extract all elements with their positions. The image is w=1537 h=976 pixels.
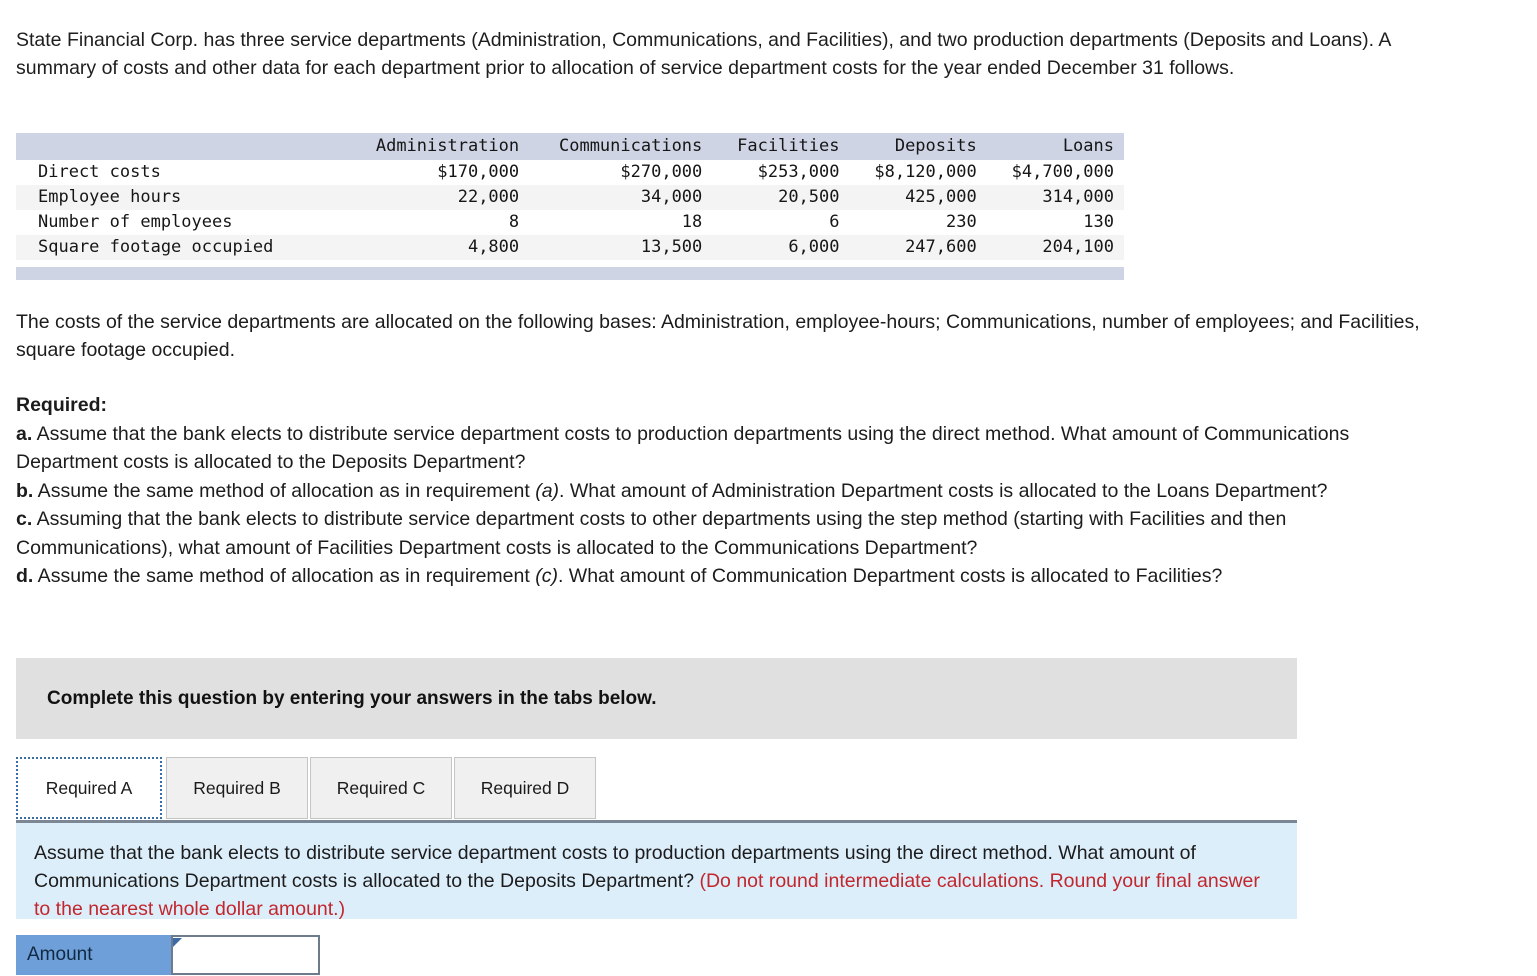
cell-number-of-employees-facilities: 6 bbox=[829, 212, 840, 232]
requirement-item-d: d. Assume the same method of allocation … bbox=[16, 562, 1406, 591]
requirement-c-letter: c. bbox=[16, 508, 33, 530]
tab-required-a[interactable]: Required A bbox=[16, 757, 162, 819]
requirement-d-text-after: . What amount of Communication Departmen… bbox=[557, 565, 1223, 587]
table-row: Number of employees 8 18 6 230 130 bbox=[16, 210, 1124, 235]
cell-square-footage-administration: 4,800 bbox=[467, 237, 520, 257]
worksheet-page: State Financial Corp. has three service … bbox=[0, 0, 1537, 976]
cell-employee-hours-facilities: 20,500 bbox=[778, 187, 840, 207]
table-corner-header bbox=[16, 133, 346, 160]
cell-direct-costs-loans: $4,700,000 bbox=[1011, 162, 1114, 182]
cell-square-footage-communications: 13,500 bbox=[640, 237, 703, 257]
instruction-banner-text: Complete this question by entering your … bbox=[47, 687, 657, 709]
required-heading: Required: bbox=[16, 394, 108, 416]
table-header: Administration Communications Facilities… bbox=[16, 133, 1124, 160]
answer-input-cell[interactable] bbox=[171, 935, 320, 975]
table-body: Direct costs $170,000 $270,000 $253,000 … bbox=[16, 160, 1124, 260]
cell-employee-hours-deposits: 425,000 bbox=[905, 187, 977, 207]
requirement-item-a: a. Assume that the bank elects to distri… bbox=[16, 420, 1406, 477]
row-label-direct-costs: Direct costs bbox=[38, 162, 161, 182]
cell-selected-marker-icon bbox=[173, 938, 182, 947]
row-label-employee-hours: Employee hours bbox=[38, 187, 182, 207]
cell-number-of-employees-deposits: 230 bbox=[946, 212, 977, 232]
cell-square-footage-deposits: 247,600 bbox=[905, 237, 977, 257]
requirement-item-c: c. Assuming that the bank elects to dist… bbox=[16, 505, 1406, 562]
requirement-d-letter: d. bbox=[16, 565, 34, 587]
cell-employee-hours-loans: 314,000 bbox=[1042, 187, 1114, 207]
cell-number-of-employees-administration: 8 bbox=[508, 212, 520, 232]
cell-direct-costs-communications: $270,000 bbox=[620, 162, 703, 182]
tab-required-c[interactable]: Required C bbox=[310, 757, 452, 819]
cell-direct-costs-administration: $170,000 bbox=[437, 162, 520, 182]
requirement-c-text: Assuming that the bank elects to distrib… bbox=[16, 508, 1287, 559]
requirement-tab-strip: Required A Required B Required C Require… bbox=[16, 757, 1297, 821]
cell-direct-costs-facilities: $253,000 bbox=[757, 162, 840, 182]
cell-square-footage-loans: 204,100 bbox=[1042, 237, 1114, 257]
requirement-a-text: Assume that the bank elects to distribut… bbox=[16, 422, 1350, 474]
tab-required-d-label: Required D bbox=[480, 777, 570, 798]
table-row: Employee hours 22,000 34,000 20,500 425,… bbox=[16, 185, 1124, 210]
cell-number-of-employees-communications: 18 bbox=[681, 212, 703, 232]
amount-input[interactable] bbox=[173, 937, 318, 973]
row-label-square-footage-occupied: Square footage occupied bbox=[38, 237, 274, 257]
column-header-facilities: Facilities bbox=[712, 133, 850, 160]
active-question-panel: Assume that the bank elects to distribut… bbox=[16, 823, 1297, 920]
requirement-b-text-before: Assume the same method of allocation as … bbox=[33, 479, 536, 502]
cell-employee-hours-communications: 34,000 bbox=[640, 187, 703, 207]
requirement-item-b: b. Assume the same method of allocation … bbox=[16, 477, 1406, 506]
tab-required-c-label: Required C bbox=[336, 777, 426, 798]
problem-intro-text: State Financial Corp. has three service … bbox=[16, 29, 1391, 79]
column-header-communications: Communications bbox=[529, 133, 713, 160]
department-data-table: Administration Communications Facilities… bbox=[16, 133, 1124, 260]
column-header-loans: Loans bbox=[986, 133, 1124, 160]
table-row: Square footage occupied 4,800 13,500 6,0… bbox=[16, 235, 1124, 260]
required-section: Required: a. Assume that the bank elects… bbox=[16, 391, 1406, 591]
requirement-d-text-before: Assume the same method of allocation as … bbox=[33, 565, 536, 587]
table-header-row: Administration Communications Facilities… bbox=[16, 133, 1124, 160]
row-label-number-of-employees: Number of employees bbox=[38, 212, 233, 232]
requirement-a-letter: a. bbox=[16, 422, 33, 445]
tab-required-b[interactable]: Required B bbox=[166, 757, 308, 819]
table-footer-bar bbox=[16, 267, 1124, 280]
tab-required-d[interactable]: Required D bbox=[454, 757, 596, 819]
cell-square-footage-facilities: 6,000 bbox=[788, 237, 840, 257]
tab-required-a-label: Required A bbox=[45, 777, 133, 798]
cell-employee-hours-administration: 22,000 bbox=[457, 187, 520, 207]
answer-row-label: Amount bbox=[16, 935, 171, 975]
requirement-d-reference: (c) bbox=[535, 565, 558, 587]
answer-row: Amount bbox=[16, 935, 320, 975]
allocation-bases-text: The costs of the service departments are… bbox=[16, 311, 1420, 361]
department-data-table-wrapper: Administration Communications Facilities… bbox=[16, 133, 1124, 280]
tab-required-b-label: Required B bbox=[193, 777, 281, 798]
cell-number-of-employees-loans: 130 bbox=[1083, 212, 1114, 232]
instruction-banner: Complete this question by entering your … bbox=[16, 658, 1297, 739]
requirement-b-letter: b. bbox=[16, 479, 34, 502]
requirement-b-reference: (a) bbox=[535, 479, 560, 502]
table-row: Direct costs $170,000 $270,000 $253,000 … bbox=[16, 160, 1124, 185]
cell-direct-costs-deposits: $8,120,000 bbox=[874, 162, 977, 182]
requirement-b-text-after: . What amount of Administration Departme… bbox=[559, 479, 1328, 502]
column-header-deposits: Deposits bbox=[849, 133, 987, 160]
column-header-administration: Administration bbox=[346, 133, 530, 160]
